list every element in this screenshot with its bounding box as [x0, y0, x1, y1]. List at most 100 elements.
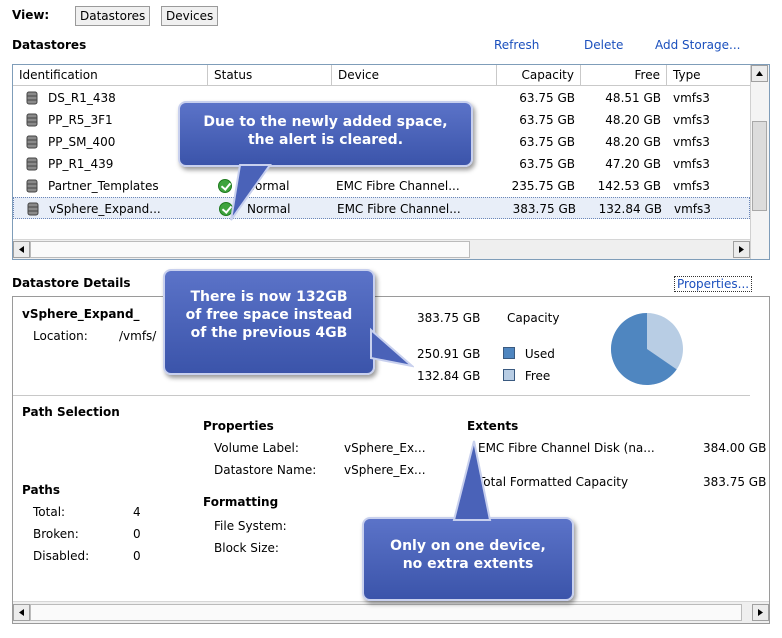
callout-alert-cleared-line2: the alert is cleared. [247, 132, 404, 148]
arrow-right-icon [739, 246, 744, 253]
details-scroll-right-button[interactable] [752, 604, 769, 621]
arrow-right-icon [758, 609, 763, 616]
paths-total-label: Total: [33, 505, 66, 519]
scroll-up-button[interactable] [751, 65, 768, 82]
callout-one-device-line2: no extra extents [402, 556, 534, 572]
scroll-thumb[interactable] [752, 121, 767, 211]
location-label: Location: [33, 329, 88, 343]
cell-free: 132.84 GB [598, 202, 662, 216]
arrow-up-icon [756, 71, 763, 76]
extents-heading: Extents [467, 419, 519, 433]
free-legend: Free [503, 369, 550, 383]
details-horizontal-scrollbar[interactable] [13, 601, 769, 623]
properties-heading: Properties [203, 419, 274, 433]
column-identification[interactable]: Identification [13, 65, 208, 85]
used-label: Used [524, 347, 555, 361]
divider [13, 395, 750, 396]
cell-type: vmfs3 [673, 135, 710, 149]
callout-one-device: Only on one device, no extra extents [362, 517, 574, 601]
block-size-label: Block Size: [214, 541, 279, 555]
datastore-icon [26, 113, 38, 127]
free-swatch [503, 369, 515, 381]
table-horizontal-scrollbar[interactable] [13, 239, 750, 259]
cell-free: 48.20 GB [605, 113, 661, 127]
cell-identification: Partner_Templates [48, 179, 159, 193]
used-legend: Used [503, 347, 555, 361]
cell-type: vmfs3 [673, 179, 710, 193]
arrow-left-icon [19, 609, 24, 616]
column-capacity[interactable]: Capacity [497, 65, 581, 85]
datastore-name-value: vSphere_Ex... [344, 463, 426, 477]
extent-name: EMC Fibre Channel Disk (na... [478, 441, 655, 455]
table-header: Identification Status Device Capacity Fr… [13, 65, 750, 86]
total-formatted-label: Total Formatted Capacity [478, 475, 629, 489]
extent-size: 384.00 GB [703, 441, 767, 455]
datastore-details-heading: Datastore Details [12, 276, 131, 290]
used-value: 250.91 GB [417, 347, 481, 361]
paths-disabled-value: 0 [133, 549, 141, 563]
details-scroll-left-button[interactable] [13, 604, 30, 621]
volume-label-value: vSphere_Ex... [344, 441, 426, 455]
paths-disabled-label: Disabled: [33, 549, 90, 563]
callout-alert-cleared: Due to the newly added space, the alert … [178, 101, 473, 167]
datastore-icon [26, 135, 38, 149]
callout-free-space-line3: of the previous 4GB [190, 325, 348, 341]
cell-free: 48.20 GB [605, 135, 661, 149]
scroll-left-button[interactable] [13, 241, 30, 258]
cell-capacity: 63.75 GB [519, 113, 575, 127]
paths-broken-value: 0 [133, 527, 141, 541]
capacity-label: Capacity [507, 311, 560, 325]
datastore-icon [26, 91, 38, 105]
column-status[interactable]: Status [208, 65, 332, 85]
paths-heading: Paths [22, 483, 60, 497]
view-datastores-button[interactable]: Datastores [75, 6, 151, 26]
capacity-value: 383.75 GB [417, 311, 481, 325]
cell-capacity: 383.75 GB [512, 202, 576, 216]
column-device[interactable]: Device [332, 65, 497, 85]
cell-capacity: 63.75 GB [519, 135, 575, 149]
cell-capacity: 235.75 GB [511, 179, 575, 193]
location-value: /vmfs/ [119, 329, 157, 343]
view-devices-button[interactable]: Devices [161, 6, 219, 26]
path-selection-heading: Path Selection [22, 405, 120, 419]
datastores-heading: Datastores [12, 38, 87, 52]
properties-link[interactable]: Properties... [674, 276, 753, 292]
scroll-right-button[interactable] [733, 241, 750, 258]
callout-free-space: There is now 132GB of free space instead… [163, 269, 375, 375]
cell-free: 142.53 GB [597, 179, 661, 193]
cell-free: 47.20 GB [605, 157, 661, 171]
formatting-heading: Formatting [203, 495, 279, 509]
refresh-link[interactable]: Refresh [494, 38, 539, 52]
table-row[interactable]: Partner_Templates Normal EMC Fibre Channel… [13, 175, 750, 197]
free-value: 132.84 GB [417, 369, 481, 383]
callout-one-device-line1: Only on one device, [390, 538, 546, 554]
column-free[interactable]: Free [581, 65, 667, 85]
cell-type: vmfs3 [673, 157, 710, 171]
cell-identification: vSphere_Expand... [49, 202, 161, 216]
datastore-icon [26, 179, 38, 193]
callout-free-space-line1: There is now 132GB [190, 289, 348, 305]
callout-free-space-line2: of free space instead [185, 307, 353, 323]
file-system-label: File System: [214, 519, 287, 533]
scroll-thumb-horizontal[interactable] [30, 241, 470, 258]
details-scroll-thumb[interactable] [30, 604, 742, 621]
callout-free-space-pointer [370, 327, 414, 368]
datastore-icon [26, 157, 38, 171]
cell-free: 48.51 GB [605, 91, 661, 105]
column-type[interactable]: Type [667, 65, 750, 85]
add-storage-link[interactable]: Add Storage... [655, 38, 740, 52]
arrow-left-icon [19, 246, 24, 253]
delete-link[interactable]: Delete [584, 38, 623, 52]
total-formatted-value: 383.75 GB [703, 475, 767, 489]
table-vertical-scrollbar[interactable] [750, 65, 769, 259]
table-row[interactable]: vSphere_Expand... Normal EMC Fibre Channel… [13, 197, 750, 219]
cell-type: vmfs3 [674, 202, 711, 216]
datastore-icon [27, 202, 39, 216]
callout-alert-cleared-pointer [230, 164, 272, 221]
cell-capacity: 63.75 GB [519, 91, 575, 105]
paths-total-value: 4 [133, 505, 141, 519]
datastore-name-label: Datastore Name: [214, 463, 317, 477]
capacity-pie-chart [611, 313, 683, 385]
cell-capacity: 63.75 GB [519, 157, 575, 171]
view-label: View: [12, 8, 50, 22]
